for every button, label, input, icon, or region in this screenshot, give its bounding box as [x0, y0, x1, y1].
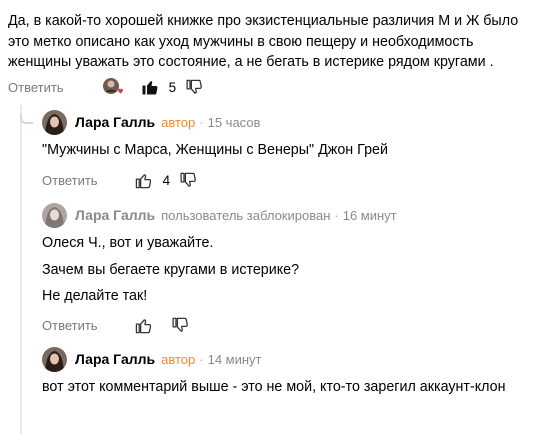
- separator-dot: ·: [334, 207, 339, 223]
- reply-connector: [20, 114, 33, 124]
- avatar[interactable]: [42, 346, 67, 372]
- author-name[interactable]: Лара Галль: [75, 207, 155, 223]
- timestamp: 16 минут: [342, 207, 397, 223]
- thumbs-down-icon[interactable]: [171, 317, 188, 334]
- comment-text: "Мужчины с Марса, Женщины с Венеры" Джон…: [42, 142, 388, 158]
- thumbs-up-icon[interactable]: [141, 78, 159, 96]
- comment: Лара Галль автор · 15 часов "Мужчины с М…: [42, 109, 542, 188]
- author-badge: автор: [161, 114, 196, 130]
- root-comment-text: Да, в какой-то хорошей книжке про экзист…: [8, 13, 519, 70]
- like-count: 5: [168, 79, 177, 95]
- blocked-label: пользователь заблокирован: [161, 207, 331, 223]
- comment-actions: Ответить 4: [42, 168, 196, 192]
- root-comment-actions: Ответить 5: [8, 75, 202, 99]
- like-count: 4: [162, 172, 171, 188]
- thread-line: [20, 105, 22, 434]
- author-name[interactable]: Лара Галль: [75, 114, 155, 130]
- reply-button[interactable]: Ответить: [42, 173, 98, 188]
- separator-dot: ·: [199, 114, 204, 130]
- avatar[interactable]: [42, 109, 67, 135]
- reply-button[interactable]: Ответить: [42, 318, 98, 333]
- thumbs-up-icon[interactable]: [135, 317, 152, 334]
- comment-actions: Ответить: [42, 313, 188, 337]
- thumbs-down-icon[interactable]: [185, 79, 202, 96]
- reply-button[interactable]: Ответить: [8, 80, 64, 95]
- comment: Лара Галль пользователь заблокирован · 1…: [42, 202, 542, 333]
- comment: Лара Галль автор · 14 минут вот этот ком…: [42, 346, 542, 395]
- comment-text: вот этот комментарий выше - это не мой, …: [42, 379, 506, 395]
- avatar-with-heart-icon[interactable]: [102, 77, 124, 97]
- separator-dot: ·: [199, 351, 204, 367]
- timestamp: 15 часов: [207, 114, 261, 130]
- thumbs-up-icon[interactable]: [135, 172, 152, 189]
- author-badge: автор: [161, 351, 196, 367]
- comment-text-line: Олеся Ч., вот и уважайте.: [42, 235, 214, 251]
- timestamp: 14 минут: [207, 351, 262, 367]
- avatar[interactable]: [42, 202, 67, 228]
- comment-text-line: Зачем вы бегаете кругами в истерике?: [42, 262, 300, 278]
- comment-text-line: Не делайте так!: [42, 288, 148, 304]
- author-name[interactable]: Лара Галль: [75, 351, 155, 367]
- thumbs-down-icon[interactable]: [179, 172, 196, 189]
